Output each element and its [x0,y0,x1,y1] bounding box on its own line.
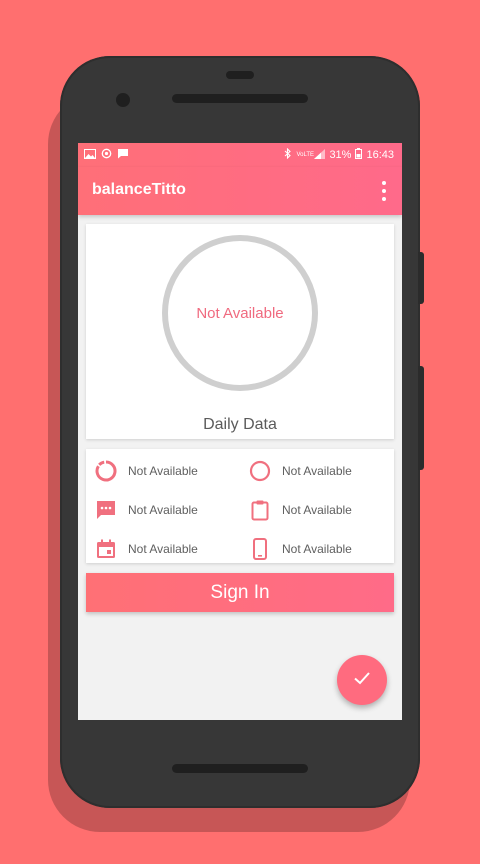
bottom-speaker [172,764,308,773]
sign-in-button[interactable]: Sign In [86,573,394,612]
stats-card: Not Available Not Available Not Availabl… [86,449,394,563]
stat-item-clipboard: Not Available [248,498,352,522]
stat-item-circle: Not Available [248,459,352,483]
status-icons-left [84,148,129,162]
overflow-menu-icon[interactable] [380,181,388,201]
stat-label: Not Available [128,464,198,478]
network-label: VoLTE [296,152,315,158]
bluetooth-icon [284,147,292,162]
sms-icon [94,498,118,522]
stat-item-data-usage: Not Available [94,459,198,483]
sensor-slot [226,71,254,79]
daily-data-caption: Daily Data [203,416,277,433]
phone-icon [248,537,272,561]
battery-percent: 31% [329,149,352,161]
confirm-fab[interactable] [337,655,387,705]
stat-item-phone: Not Available [248,537,352,561]
status-bar: VoLTE 31% 16:43 [78,143,402,167]
stat-item-sms: Not Available [94,498,198,522]
clipboard-icon [248,498,272,522]
circle-icon [248,459,272,483]
message-icon [117,148,129,162]
app-bar: balanceTitto [78,167,402,215]
battery-icon [355,148,363,162]
stat-label: Not Available [128,503,198,517]
signal-icon [314,148,326,162]
image-icon [84,148,96,162]
stat-label: Not Available [282,503,352,517]
app-title: balanceTitto [92,181,186,198]
calendar-icon [94,537,118,561]
status-icons-right: VoLTE 31% 16:43 [284,147,394,162]
stat-item-calendar: Not Available [94,537,198,561]
daily-data-card: Not Available Daily Data [86,224,394,439]
volume-button [418,252,424,304]
data-usage-icon [94,459,118,483]
earpiece-speaker [172,94,308,103]
sync-icon [101,148,112,162]
check-icon [352,668,372,693]
app-screen: VoLTE 31% 16:43 balanceTitto Not Availab… [78,143,402,720]
stat-label: Not Available [128,542,198,556]
power-button [418,366,424,470]
front-camera [116,93,130,107]
stat-label: Not Available [282,464,352,478]
stat-label: Not Available [282,542,352,556]
status-time: 16:43 [366,149,394,161]
ring-status-text: Not Available [196,304,284,322]
